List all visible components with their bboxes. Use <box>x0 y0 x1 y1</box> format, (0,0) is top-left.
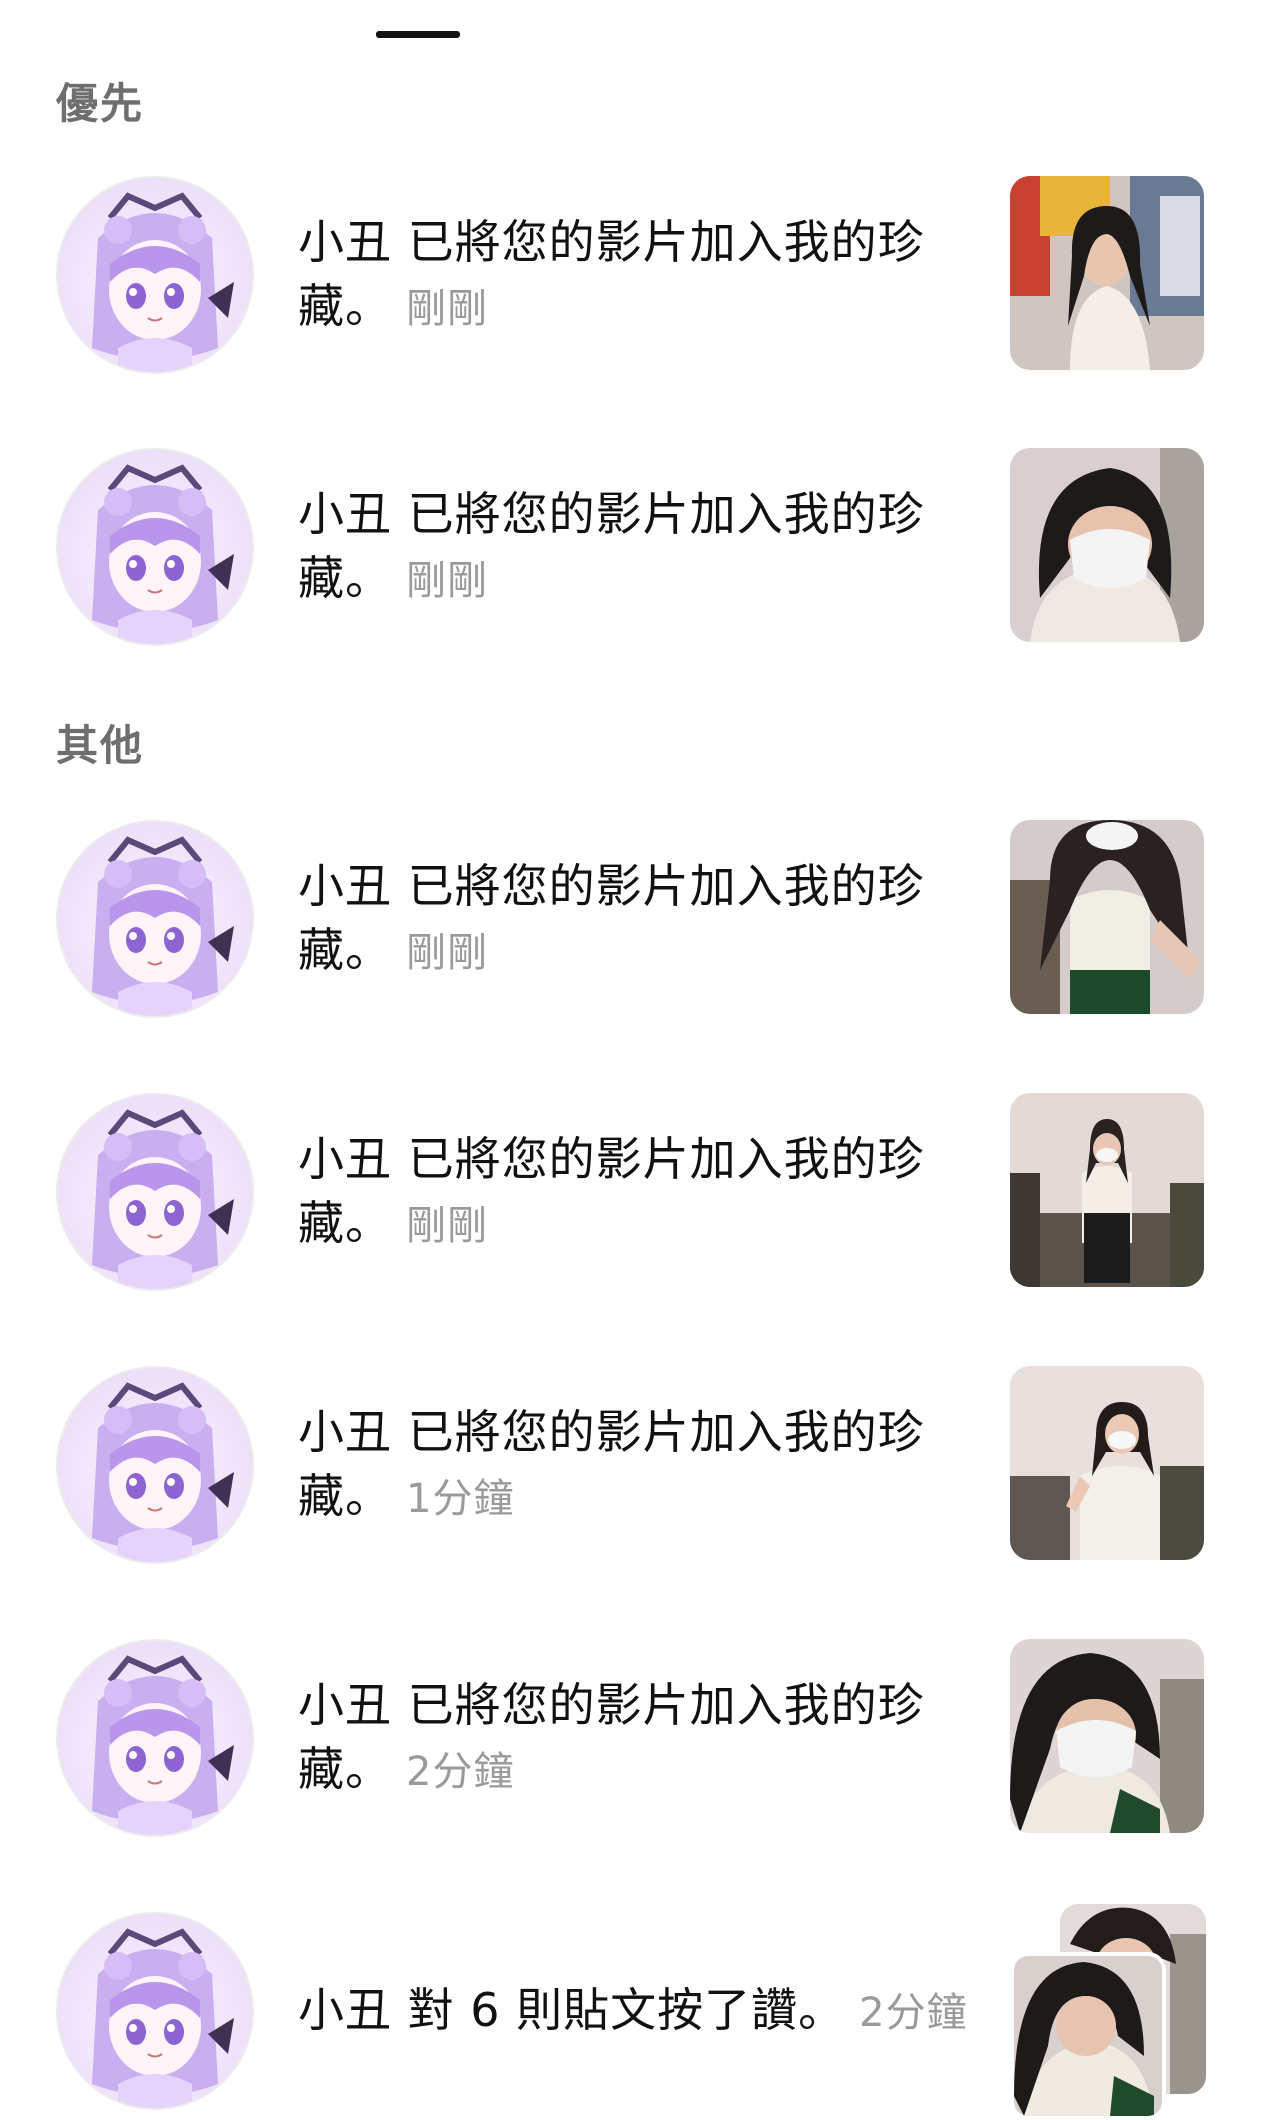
notification-row[interactable]: 小丑 已將您的影片加入我的珍藏。 2分鐘 <box>0 1639 1264 1839</box>
avatar[interactable] <box>56 1093 254 1291</box>
avatar[interactable] <box>56 1639 254 1837</box>
notification-row[interactable]: 小丑 已將您的影片加入我的珍藏。 剛剛 <box>0 448 1264 648</box>
video-thumbnail[interactable] <box>1010 1366 1204 1560</box>
notification-row[interactable]: 小丑 已將您的影片加入我的珍藏。 剛剛 <box>0 820 1264 1020</box>
notification-user[interactable]: 小丑 <box>298 1983 392 2037</box>
notification-text: 小丑 已將您的影片加入我的珍藏。 1分鐘 <box>298 1400 968 1531</box>
notification-text: 小丑 已將您的影片加入我的珍藏。 2分鐘 <box>298 1673 968 1804</box>
stacked-thumbnail-front[interactable] <box>1010 1952 1166 2120</box>
avatar[interactable] <box>56 1912 254 2110</box>
avatar[interactable] <box>56 176 254 374</box>
notification-message: 已將您的影片加入我的珍藏。 <box>298 1678 925 1796</box>
notification-message: 已將您的影片加入我的珍藏。 <box>298 215 925 333</box>
video-thumbnail[interactable] <box>1010 1639 1204 1833</box>
notification-row[interactable]: 小丑 已將您的影片加入我的珍藏。 剛剛 <box>0 176 1264 376</box>
notification-text: 小丑 對 6 則貼文按了讚。 2分鐘 <box>298 1978 1018 2045</box>
notification-user[interactable]: 小丑 <box>298 1405 392 1459</box>
notification-time: 2分鐘 <box>859 1990 968 2036</box>
avatar[interactable] <box>56 1366 254 1564</box>
notification-user[interactable]: 小丑 <box>298 859 392 913</box>
notification-user[interactable]: 小丑 <box>298 487 392 541</box>
notification-message: 已將您的影片加入我的珍藏。 <box>298 859 925 977</box>
notification-time: 剛剛 <box>406 1203 488 1249</box>
notification-user[interactable]: 小丑 <box>298 1678 392 1732</box>
notification-user[interactable]: 小丑 <box>298 215 392 269</box>
notification-text: 小丑 已將您的影片加入我的珍藏。 剛剛 <box>298 210 968 341</box>
avatar[interactable] <box>56 820 254 1018</box>
notification-time: 剛剛 <box>406 286 488 332</box>
notification-text: 小丑 已將您的影片加入我的珍藏。 剛剛 <box>298 854 968 985</box>
video-thumbnail[interactable] <box>1010 448 1204 642</box>
section-title-priority: 優先 <box>56 79 145 128</box>
section-title-other: 其他 <box>56 721 145 770</box>
notification-row[interactable]: 小丑 已將您的影片加入我的珍藏。 1分鐘 <box>0 1366 1264 1566</box>
notification-message: 已將您的影片加入我的珍藏。 <box>298 1405 925 1523</box>
notification-user[interactable]: 小丑 <box>298 1132 392 1186</box>
notification-message: 已將您的影片加入我的珍藏。 <box>298 1132 925 1250</box>
active-tab-indicator <box>376 31 460 38</box>
video-thumbnail[interactable] <box>1010 1093 1204 1287</box>
notification-message: 對 6 則貼文按了讚。 <box>407 1983 846 2037</box>
notification-time: 2分鐘 <box>406 1749 515 1795</box>
notification-time: 剛剛 <box>406 930 488 976</box>
notification-message: 已將您的影片加入我的珍藏。 <box>298 487 925 605</box>
notification-time: 剛剛 <box>406 558 488 604</box>
notification-row[interactable]: 小丑 已將您的影片加入我的珍藏。 剛剛 <box>0 1093 1264 1293</box>
notification-row[interactable]: 小丑 對 6 則貼文按了讚。 2分鐘 <box>0 1904 1264 2120</box>
video-thumbnail[interactable] <box>1010 820 1204 1014</box>
avatar[interactable] <box>56 448 254 646</box>
notification-time: 1分鐘 <box>406 1476 515 1522</box>
notification-text: 小丑 已將您的影片加入我的珍藏。 剛剛 <box>298 1127 968 1258</box>
video-thumbnail[interactable] <box>1010 176 1204 370</box>
notification-text: 小丑 已將您的影片加入我的珍藏。 剛剛 <box>298 482 968 613</box>
